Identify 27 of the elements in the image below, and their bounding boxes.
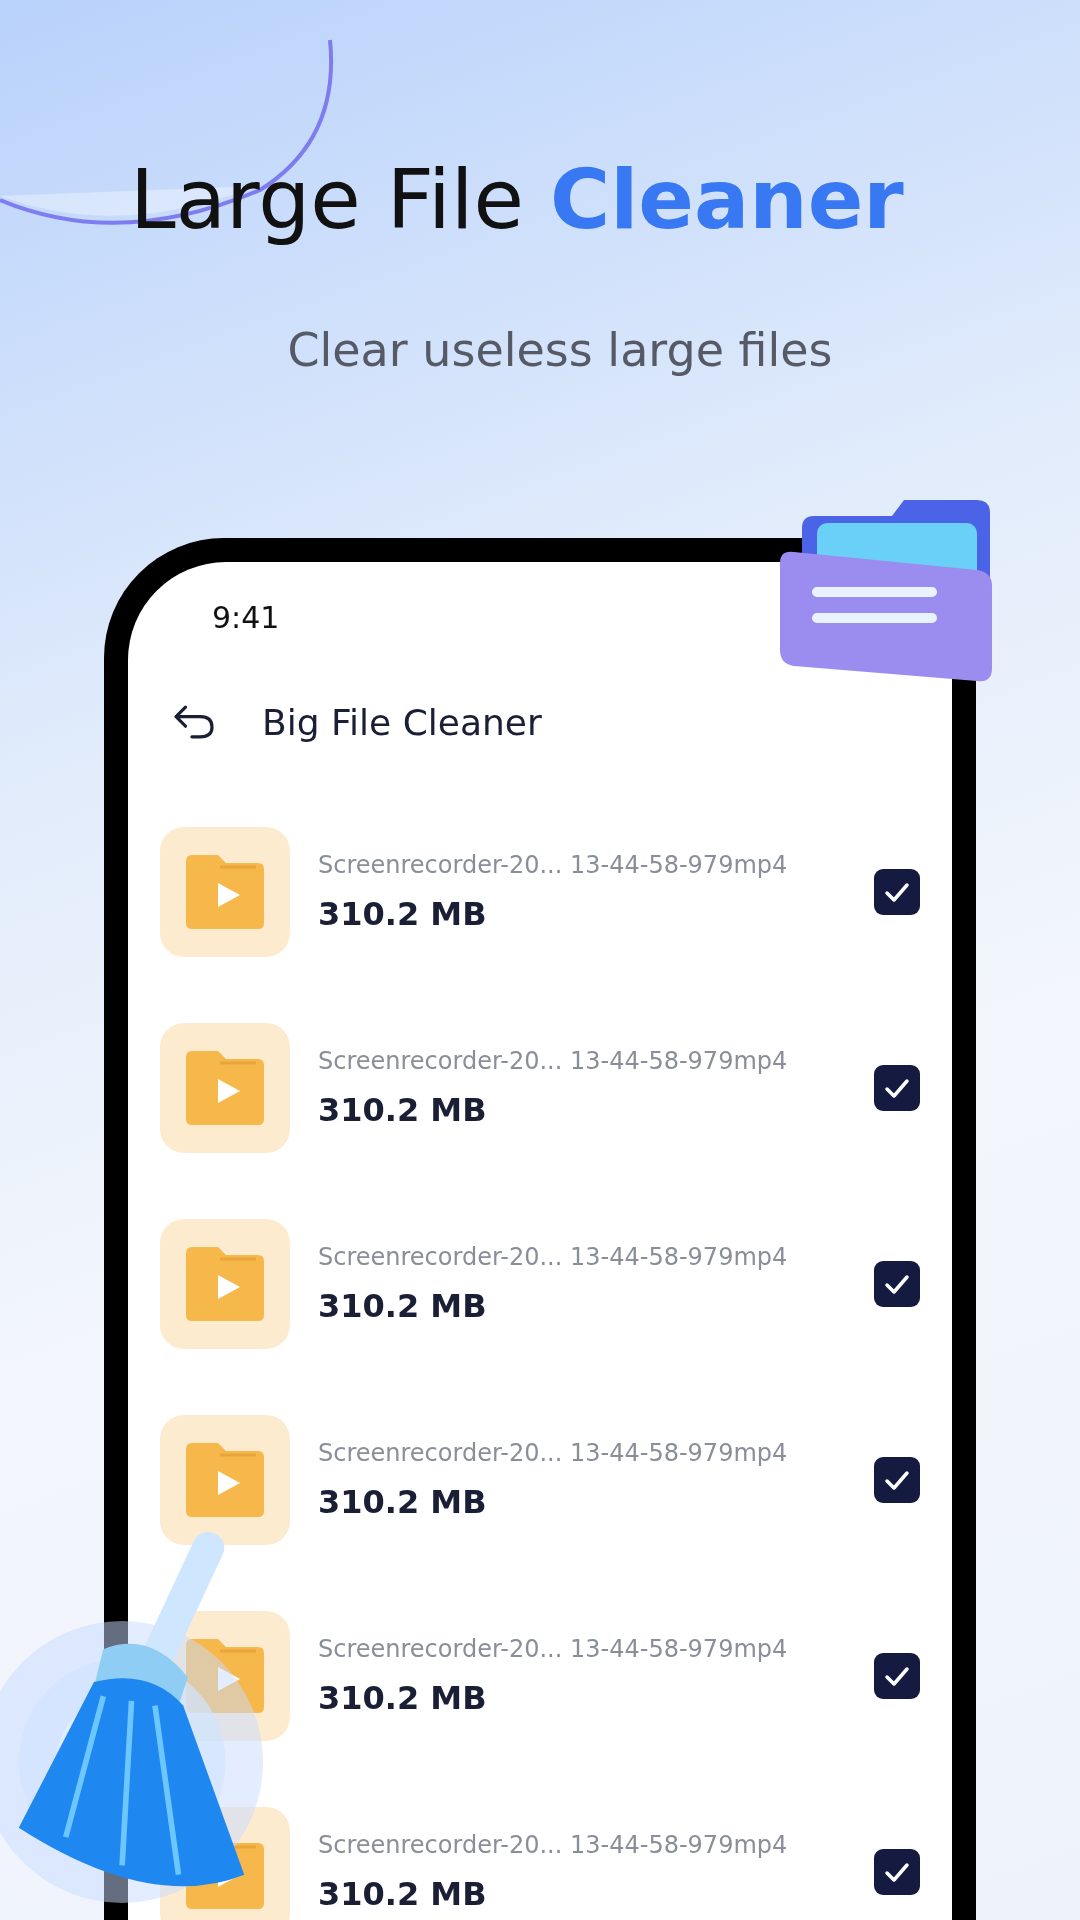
video-file-icon bbox=[160, 1023, 290, 1153]
video-file-icon bbox=[160, 827, 290, 957]
headline: Large File Cleaner bbox=[130, 151, 904, 249]
video-file-icon bbox=[160, 1415, 290, 1545]
subtitle: Clear useless large files bbox=[286, 322, 833, 379]
file-size: 310.2 MB bbox=[318, 895, 488, 933]
checkbox[interactable] bbox=[874, 1261, 920, 1307]
checkbox[interactable] bbox=[874, 1849, 920, 1895]
file-name: Screenrecorder-20... 13-44-58-979mp4 bbox=[318, 1047, 789, 1075]
file-name: Screenrecorder-20... 13-44-58-979mp4 bbox=[318, 1243, 789, 1271]
file-size: 310.2 MB bbox=[318, 1483, 488, 1521]
file-size: 310.2 MB bbox=[318, 1091, 488, 1129]
checkbox[interactable] bbox=[874, 1065, 920, 1111]
file-name: Screenrecorder-20... 13-44-58-979mp4 bbox=[318, 1439, 789, 1467]
checkbox[interactable] bbox=[874, 1653, 920, 1699]
screen-title: Big File Cleaner bbox=[262, 701, 542, 743]
file-name: Screenrecorder-20... 13-44-58-979mp4 bbox=[318, 1635, 789, 1663]
checkbox[interactable] bbox=[874, 869, 920, 915]
file-size: 310.2 MB bbox=[318, 1875, 488, 1913]
file-size: 310.2 MB bbox=[318, 1679, 488, 1717]
video-file-icon bbox=[160, 1219, 290, 1349]
checkbox[interactable] bbox=[874, 1457, 920, 1503]
back-icon[interactable] bbox=[172, 704, 216, 740]
status-time: 9:41 bbox=[211, 599, 281, 637]
file-name: Screenrecorder-20... 13-44-58-979mp4 bbox=[318, 1831, 789, 1859]
file-name: Screenrecorder-20... 13-44-58-979mp4 bbox=[318, 851, 789, 879]
file-size: 310.2 MB bbox=[318, 1287, 488, 1325]
